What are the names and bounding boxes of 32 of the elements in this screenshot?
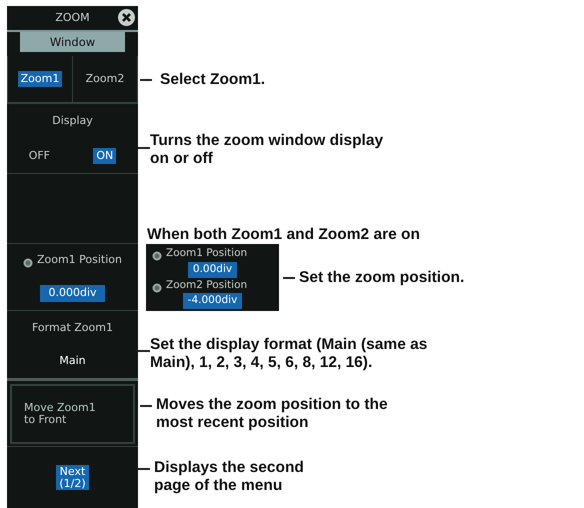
position-label: Zoom1 Position <box>166 246 248 261</box>
window-tab[interactable]: Window <box>20 32 125 52</box>
annotation: Displays the second page of the menu <box>154 459 304 495</box>
position-label: Zoom1 Position <box>36 252 122 268</box>
position-value[interactable]: 0.000div <box>40 285 105 302</box>
annotation: Turns the zoom window display on or off <box>150 132 384 168</box>
display-label: Display <box>52 113 93 129</box>
annotation: When both Zoom1 and Zoom2 are on <box>147 226 420 244</box>
annotation: Moves the zoom position to the most recent position <box>156 396 388 432</box>
annotation: Set the zoom position. <box>299 268 464 286</box>
leader-line <box>140 405 152 407</box>
format-value[interactable]: Main <box>59 353 86 370</box>
annotation: Set the display format (Main (same as Main), 1, 2, 3, 4, 5, 6, 8, 12, 16). <box>150 336 428 372</box>
position-label: Zoom2 Position <box>166 278 248 292</box>
panel-title: ZOOM <box>55 10 90 26</box>
position-value[interactable]: 0.00div <box>188 262 238 278</box>
leader-line <box>138 147 150 149</box>
zoom-tab[interactable]: Zoom1 <box>18 70 62 88</box>
position-value[interactable]: -4.000div <box>182 293 242 309</box>
leader-line <box>138 350 150 352</box>
leader-line <box>140 79 152 81</box>
move-to-front-button[interactable]: Move Zoom1 to Front <box>10 384 135 444</box>
leader-line <box>138 468 150 470</box>
format-label: Format Zoom1 <box>32 320 113 336</box>
annotation: Select Zoom1. <box>160 71 266 89</box>
display-option[interactable]: ON <box>93 148 116 164</box>
radio-icon <box>152 248 162 259</box>
leader-line <box>283 276 295 278</box>
display-option[interactable]: OFF <box>28 148 50 164</box>
radio-icon <box>22 256 33 266</box>
next-button[interactable]: Next (1/2) <box>56 464 89 490</box>
close-icon[interactable] <box>118 9 135 26</box>
